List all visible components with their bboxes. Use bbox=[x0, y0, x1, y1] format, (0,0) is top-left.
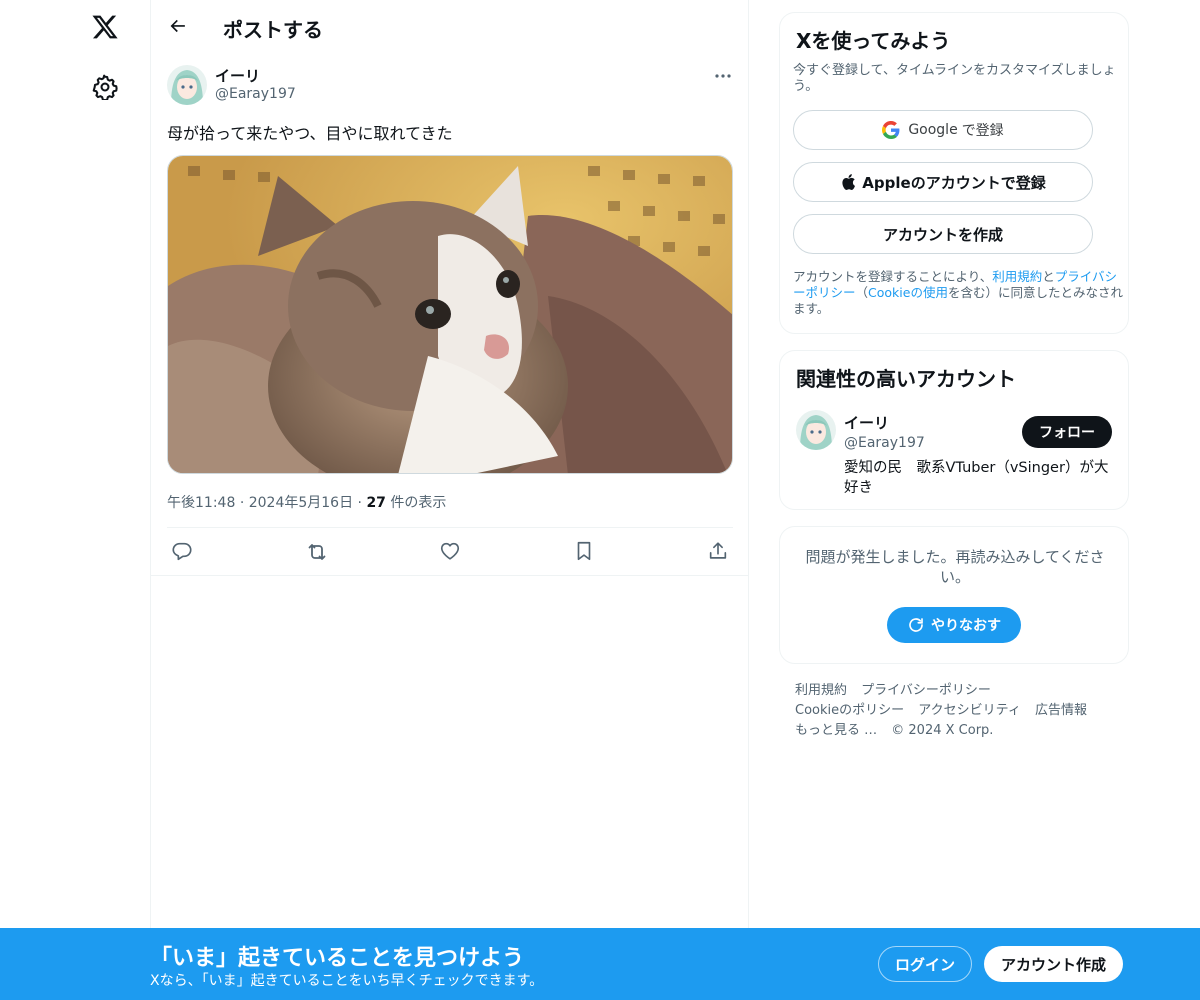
google-icon bbox=[882, 121, 900, 139]
footer-link-privacy[interactable]: プライバシーポリシー bbox=[861, 683, 991, 698]
google-brand: Google bbox=[908, 122, 958, 138]
related-accounts-card: 関連性の高いアカウント イーリ @Earay197 フォロー 愛知の民 歌系VT… bbox=[779, 350, 1129, 510]
banner-title: 「いま」起きていることを見つけよう bbox=[150, 946, 525, 971]
footer-link-ads[interactable]: 広告情報 bbox=[1035, 703, 1087, 718]
banner-subtitle: Xなら、「いま」起きていることをいち早くチェックできます。 bbox=[150, 973, 544, 989]
post-time[interactable]: 午後11:48 bbox=[167, 495, 235, 511]
divider bbox=[167, 527, 733, 528]
bookmark-icon[interactable] bbox=[573, 540, 597, 564]
footer-links: 利用規約 プライバシーポリシー Cookieのポリシー アクセシビリティ 広告情… bbox=[795, 681, 1115, 741]
post-photo-kitten[interactable] bbox=[167, 155, 733, 474]
google-signup-button[interactable]: Google で登録 bbox=[793, 110, 1093, 150]
footer-link-cookie[interactable]: Cookieのポリシー bbox=[795, 703, 904, 718]
meta-separator: · bbox=[357, 495, 362, 511]
retry-button[interactable]: やりなおす bbox=[887, 607, 1021, 643]
post-column: ポストする イーリ @Earay197 母が拾って来たやつ、目やに取れてきた 午… bbox=[150, 0, 749, 1000]
apple-signup-label: Appleのアカウントで登録 bbox=[862, 173, 1046, 192]
views-label: 件の表示 bbox=[390, 495, 447, 511]
post-actions bbox=[167, 540, 733, 564]
post-date[interactable]: 2024年5月16日 bbox=[249, 495, 353, 511]
repost-icon[interactable] bbox=[305, 540, 329, 564]
cookie-link[interactable]: Cookieの使用 bbox=[868, 285, 948, 300]
signup-subtitle: 今すぐ登録して、タイムラインをカスタマイズしましょう。 bbox=[793, 63, 1116, 94]
apple-icon bbox=[840, 173, 856, 191]
follow-button[interactable]: フォロー bbox=[1022, 416, 1112, 448]
refresh-icon bbox=[907, 616, 925, 634]
legal-prefix: アカウントを登録することにより、 bbox=[793, 269, 993, 284]
related-name[interactable]: イーリ bbox=[844, 412, 889, 433]
top-bar: ポストする bbox=[151, 0, 749, 53]
error-message: 問題が発生しました。再読み込みしてください。 bbox=[805, 548, 1105, 586]
gear-icon[interactable] bbox=[92, 74, 118, 102]
avatar[interactable] bbox=[167, 65, 207, 105]
divider bbox=[151, 575, 749, 576]
page-title: ポストする bbox=[223, 18, 323, 42]
related-bio: 愛知の民 歌系VTuber（vSinger）が大好き bbox=[844, 460, 1109, 496]
x-logo-icon[interactable] bbox=[89, 11, 121, 43]
meta-separator: · bbox=[239, 495, 245, 511]
views-count: 27 bbox=[366, 495, 386, 511]
signup-card: Xを使ってみよう 今すぐ登録して、タイムラインをカスタマイズしましょう。 Goo… bbox=[779, 12, 1129, 334]
legal-paren: （ bbox=[855, 285, 869, 300]
legal-and: と bbox=[1042, 269, 1055, 284]
terms-link[interactable]: 利用規約 bbox=[992, 269, 1042, 284]
left-nav bbox=[0, 0, 150, 1000]
error-card: 問題が発生しました。再読み込みしてください。 やりなおす bbox=[779, 526, 1129, 664]
avatar[interactable] bbox=[796, 410, 836, 450]
author-name[interactable]: イーリ bbox=[215, 65, 260, 86]
author-handle[interactable]: @Earay197 bbox=[215, 86, 296, 102]
share-icon[interactable] bbox=[707, 540, 731, 564]
related-title: 関連性の高いアカウント bbox=[796, 367, 1016, 391]
legal-text: アカウントを登録することにより、利用規約とプライバシーポリシー（Cookieの使… bbox=[793, 269, 1123, 317]
signup-button[interactable]: アカウント作成 bbox=[984, 946, 1123, 982]
footer-link-terms[interactable]: 利用規約 bbox=[795, 683, 847, 698]
apple-signup-button[interactable]: Appleのアカウントで登録 bbox=[793, 162, 1093, 202]
create-account-button[interactable]: アカウントを作成 bbox=[793, 214, 1093, 254]
signup-title: Xを使ってみよう bbox=[796, 29, 951, 53]
back-arrow-icon[interactable] bbox=[165, 14, 189, 38]
related-handle[interactable]: @Earay197 bbox=[844, 435, 925, 451]
retry-label: やりなおす bbox=[931, 618, 1001, 634]
footer-link-more[interactable]: もっと見る … bbox=[795, 723, 877, 738]
post-text: 母が拾って来たやつ、目やに取れてきた bbox=[167, 124, 453, 143]
footer-link-accessibility[interactable]: アクセシビリティ bbox=[918, 703, 1021, 718]
login-banner: 「いま」起きていることを見つけよう Xなら、「いま」起きていることをいち早くチェ… bbox=[0, 928, 1200, 1000]
login-button[interactable]: ログイン bbox=[878, 946, 972, 982]
post-meta: 午後11:48 · 2024年5月16日 · 27 件の表示 bbox=[167, 492, 446, 512]
copyright: © 2024 X Corp. bbox=[891, 723, 994, 738]
reply-icon[interactable] bbox=[171, 540, 195, 564]
like-icon[interactable] bbox=[439, 540, 463, 564]
google-signup-label: で登録 bbox=[961, 123, 1004, 139]
more-icon[interactable] bbox=[711, 64, 735, 88]
